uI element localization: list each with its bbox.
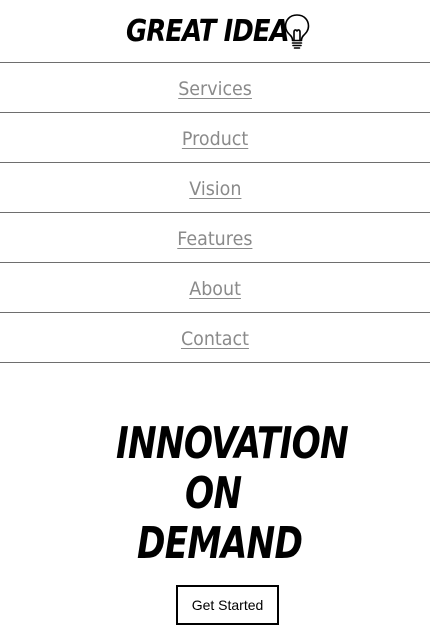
nav-link-services[interactable]: Services	[178, 78, 252, 100]
nav-item-about: About	[0, 263, 430, 313]
nav-item-services: Services	[0, 63, 430, 113]
hero-title-line-3: DEMAND	[137, 518, 303, 569]
lightbulb-icon	[284, 14, 310, 49]
get-started-button[interactable]: Get Started	[176, 585, 279, 625]
nav-link-product[interactable]: Product	[182, 128, 248, 150]
nav-link-contact[interactable]: Contact	[181, 328, 249, 350]
hero-title-line-2: ON	[185, 468, 242, 519]
nav-item-features: Features	[0, 213, 430, 263]
nav-link-features[interactable]: Features	[177, 228, 252, 250]
brand-name: GREAT IDEA	[126, 14, 290, 49]
site-header: GREAT IDEA	[0, 0, 430, 63]
nav-item-contact: Contact	[0, 313, 430, 363]
nav-item-vision: Vision	[0, 163, 430, 213]
main-nav: Services Product Vision Features About C…	[0, 63, 430, 363]
hero-title-line-1: INNOVATION	[116, 418, 349, 469]
nav-item-product: Product	[0, 113, 430, 163]
nav-link-vision[interactable]: Vision	[189, 178, 241, 200]
nav-link-about[interactable]: About	[189, 278, 241, 300]
